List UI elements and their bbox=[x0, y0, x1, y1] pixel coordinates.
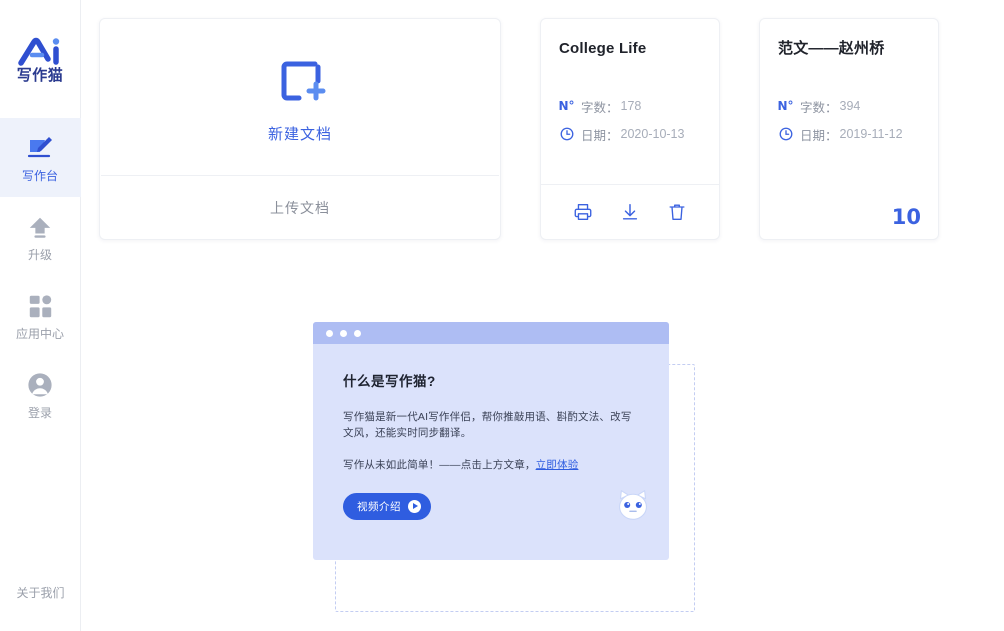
document-card[interactable]: 范文——赵州桥 N° 字数： 394 日期： 2019-11-12 10 bbox=[759, 18, 939, 240]
video-intro-label: 视频介绍 bbox=[357, 500, 401, 513]
wordcount-value: 178 bbox=[620, 99, 642, 113]
upgrade-arrow-icon bbox=[25, 212, 55, 242]
promo-cta-line: 写作从未如此简单！——点击上方文章，立即体验 bbox=[343, 457, 639, 472]
promo-content: 什么是写作猫? 写作猫是新一代AI写作伴侣，帮你推敲用语、斟酌文法、改写文风，还… bbox=[313, 344, 669, 560]
print-icon[interactable] bbox=[572, 201, 594, 223]
create-document-button[interactable]: 新建文档 bbox=[100, 19, 500, 175]
cat-mascot-icon bbox=[619, 490, 647, 520]
window-dot-icon bbox=[340, 329, 347, 337]
document-actions bbox=[541, 185, 719, 239]
sidebar-item-upgrade[interactable]: 升级 bbox=[0, 197, 81, 276]
wordcount-row: N° 字数： 178 bbox=[558, 97, 701, 116]
date-label: 日期： bbox=[800, 128, 838, 143]
document-meta: N° 字数： 394 日期： 2019-11-12 bbox=[777, 97, 920, 144]
trash-icon[interactable] bbox=[666, 201, 688, 223]
window-dot-icon bbox=[326, 329, 333, 337]
play-icon bbox=[408, 499, 421, 513]
document-body: College Life N° 字数： 178 日期： 2020-10-13 bbox=[541, 19, 719, 184]
ai-logo-icon bbox=[18, 37, 60, 66]
promo-window: 什么是写作猫? 写作猫是新一代AI写作伴侣，帮你推敲用语、斟酌文法、改写文风，还… bbox=[313, 322, 669, 560]
promo-titlebar bbox=[313, 322, 669, 344]
document-count-badge: 10 bbox=[891, 205, 921, 229]
document-title: 范文——赵州桥 bbox=[778, 40, 885, 57]
create-document-label: 新建文档 bbox=[267, 125, 332, 143]
new-document-card: 新建文档 上传文档 bbox=[99, 18, 501, 240]
promo-heading: 什么是写作猫? bbox=[343, 374, 436, 389]
clock-icon bbox=[559, 127, 574, 142]
window-dot-icon bbox=[354, 329, 361, 337]
promo-cta-link[interactable]: 立即体验 bbox=[536, 459, 579, 471]
sidebar-item-writing-desk[interactable]: 写作台 bbox=[0, 118, 81, 197]
sidebar-item-label: 写作台 bbox=[21, 169, 58, 183]
sidebar-item-app-center[interactable]: 应用中心 bbox=[0, 276, 81, 355]
sidebar-item-login[interactable]: 登录 bbox=[0, 355, 81, 434]
download-icon[interactable] bbox=[619, 201, 641, 223]
sidebar-item-label: 应用中心 bbox=[15, 327, 64, 341]
date-row: 日期： 2020-10-13 bbox=[559, 125, 701, 144]
clock-icon bbox=[778, 127, 793, 142]
about-us-link[interactable]: 关于我们 bbox=[0, 584, 81, 601]
date-label: 日期： bbox=[581, 128, 619, 143]
date-value: 2019-11-12 bbox=[839, 127, 903, 141]
app-root: 写作猫 写作台 升级 应用中心 登录 关于我们 新建文档 上传文档 Colleg… bbox=[0, 0, 1004, 631]
number-sign-icon: N° bbox=[558, 99, 575, 113]
user-account-icon bbox=[25, 370, 55, 400]
sidebar-item-label: 登录 bbox=[27, 406, 52, 420]
promo-paragraph: 写作猫是新一代AI写作伴侣，帮你推敲用语、斟酌文法、改写文风，还能实时同步翻译。 bbox=[343, 411, 632, 439]
apps-grid-icon bbox=[25, 291, 55, 321]
number-sign-icon: N° bbox=[777, 99, 794, 113]
promo-cta-text: 写作从未如此简单！——点击上方文章， bbox=[343, 458, 536, 471]
document-card[interactable]: College Life N° 字数： 178 日期： 2020-10-13 bbox=[540, 18, 720, 240]
upload-document-button[interactable]: 上传文档 bbox=[100, 176, 500, 239]
sidebar: 写作猫 写作台 升级 应用中心 登录 关于我们 bbox=[0, 0, 81, 631]
date-row: 日期： 2019-11-12 bbox=[778, 125, 920, 144]
cards-row: 新建文档 上传文档 College Life N° 字数： 178 日期： 20… bbox=[99, 18, 939, 240]
promo-panel: 什么是写作猫? 写作猫是新一代AI写作伴侣，帮你推敲用语、斟酌文法、改写文风，还… bbox=[313, 322, 695, 612]
main-content: 新建文档 上传文档 College Life N° 字数： 178 日期： 20… bbox=[81, 0, 1004, 631]
logo[interactable]: 写作猫 bbox=[0, 0, 80, 118]
wordcount-value: 394 bbox=[839, 99, 861, 113]
document-title: College Life bbox=[559, 40, 647, 57]
video-intro-button[interactable]: 视频介绍 bbox=[343, 492, 431, 520]
wordcount-label: 字数： bbox=[800, 100, 838, 115]
sidebar-nav: 写作台 升级 应用中心 登录 bbox=[0, 118, 81, 434]
date-value: 2020-10-13 bbox=[620, 127, 685, 141]
new-document-plus-icon bbox=[281, 61, 326, 100]
sidebar-item-label: 升级 bbox=[27, 248, 52, 262]
wordcount-row: N° 字数： 394 bbox=[777, 97, 920, 116]
document-meta: N° 字数： 178 日期： 2020-10-13 bbox=[558, 97, 701, 144]
edit-pencil-icon bbox=[25, 133, 55, 163]
wordcount-label: 字数： bbox=[581, 100, 619, 115]
logo-text: 写作猫 bbox=[16, 65, 64, 84]
